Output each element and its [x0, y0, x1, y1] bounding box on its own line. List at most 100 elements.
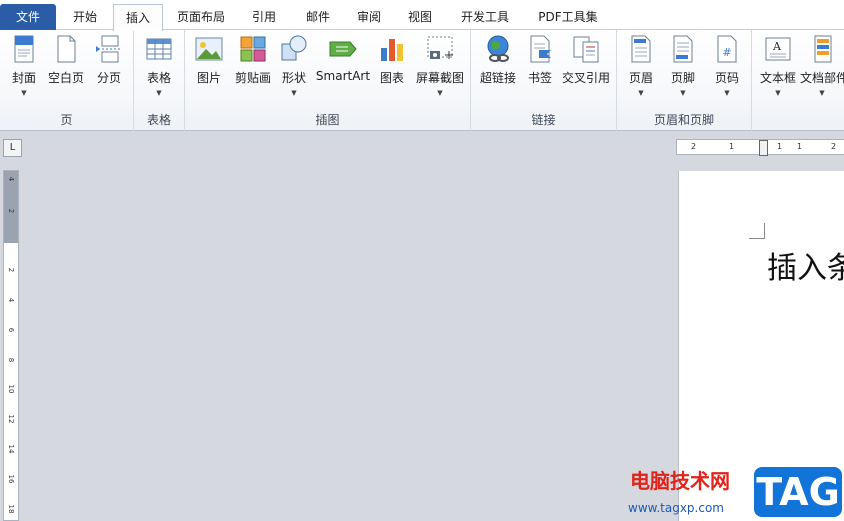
- watermark: 电脑技术网 www.tagxp.com TAG: [624, 465, 844, 521]
- vertical-ruler[interactable]: 4 2 2 4 6 8 10 12 14 16 18: [3, 170, 19, 521]
- quick-parts-icon: [814, 35, 832, 63]
- tab-view[interactable]: 视图: [396, 4, 444, 30]
- vruler-tick: 6: [7, 327, 15, 333]
- textbox-icon: A: [765, 37, 791, 61]
- cross-reference-label: 交叉引用: [561, 71, 610, 85]
- globe-link-icon: [487, 35, 509, 62]
- vruler-tick: 14: [7, 444, 15, 454]
- shapes-label: 形状: [281, 71, 306, 85]
- hruler-tick: 1: [797, 142, 803, 151]
- cross-reference-icon: [573, 36, 599, 63]
- textbox-dropdown-arrow-icon[interactable]: ▼: [756, 89, 800, 97]
- page-number-icon: #: [717, 35, 737, 63]
- screenshot-dropdown-arrow-icon[interactable]: ▼: [413, 89, 467, 97]
- quick-parts-dropdown-arrow-icon[interactable]: ▼: [800, 89, 844, 97]
- bookmark-label: 书签: [527, 71, 552, 85]
- group-header-footer-label: 页眉和页脚: [653, 113, 714, 127]
- group-text: A 文本框 ▼ 文档部件 ▼: [752, 30, 844, 131]
- cross-reference-button[interactable]: 交叉引用: [559, 34, 613, 104]
- picture-button[interactable]: 图片: [191, 34, 227, 104]
- shapes-button[interactable]: 形状 ▼: [277, 34, 311, 104]
- bookmark-icon: [530, 35, 551, 63]
- svg-text:A: A: [772, 40, 782, 53]
- cover-page-button[interactable]: 封面 ▼: [6, 34, 42, 104]
- tab-insert[interactable]: 插入: [113, 4, 163, 31]
- cover-page-label: 封面: [11, 71, 36, 85]
- footer-icon: [673, 35, 693, 63]
- document-workspace: L 4 2 2 4 6 8 10 12 14 16 18 2 1 1 1 2 插…: [0, 131, 844, 521]
- cover-page-icon: [14, 35, 34, 63]
- bookmark-button[interactable]: 书签: [523, 34, 557, 104]
- hyperlink-button[interactable]: 超链接: [475, 34, 521, 104]
- tab-pdf-tools[interactable]: PDF工具集: [528, 4, 608, 30]
- indent-marker[interactable]: [759, 140, 768, 156]
- chart-icon: [381, 39, 403, 61]
- vruler-tick: 18: [7, 504, 15, 514]
- tab-developer[interactable]: 开发工具: [450, 4, 520, 30]
- smartart-icon: [329, 41, 357, 57]
- table-button[interactable]: 表格 ▼: [140, 34, 178, 104]
- group-tables: 表格 ▼ 表格: [134, 30, 185, 131]
- group-illustrations-label: 插图: [315, 113, 340, 127]
- smartart-label: SmartArt: [315, 69, 371, 83]
- blank-page-label: 空白页: [47, 71, 84, 85]
- tab-review[interactable]: 审阅: [345, 4, 393, 30]
- header-label: 页眉: [628, 71, 653, 85]
- group-pages: 封面 ▼ 空白页 分页 页: [0, 30, 134, 131]
- screenshot-button[interactable]: 屏幕截图 ▼: [413, 34, 467, 104]
- tab-mailings[interactable]: 邮件: [294, 4, 342, 30]
- quick-parts-label: 文档部件: [800, 71, 844, 85]
- table-icon: [146, 38, 172, 60]
- page-break-button[interactable]: 分页: [90, 34, 128, 104]
- table-dropdown-arrow-icon[interactable]: ▼: [140, 89, 178, 97]
- page-break-icon: [96, 35, 122, 63]
- group-tables-label: 表格: [146, 113, 171, 127]
- clipart-button[interactable]: 剪贴画: [233, 34, 273, 104]
- vruler-tick: 16: [7, 474, 15, 484]
- clipart-icon: [240, 36, 266, 62]
- chart-button[interactable]: 图表: [375, 34, 409, 104]
- vruler-tick: 10: [7, 384, 15, 394]
- cover-dropdown-arrow-icon[interactable]: ▼: [6, 89, 42, 97]
- table-label: 表格: [146, 71, 171, 85]
- watermark-url: www.tagxp.com: [628, 501, 724, 515]
- hruler-tick: 1: [729, 142, 735, 151]
- hruler-tick: 1: [777, 142, 783, 151]
- horizontal-ruler[interactable]: 2 1 1 1 2: [676, 139, 844, 156]
- quick-parts-button[interactable]: 文档部件 ▼: [800, 34, 844, 104]
- picture-label: 图片: [196, 71, 221, 85]
- page-number-dropdown-arrow-icon[interactable]: ▼: [709, 89, 745, 97]
- header-icon: [631, 35, 651, 63]
- group-illustrations: 图片 剪贴画 形状 ▼ SmartArt 图表 屏幕截图 ▼ 插图: [185, 30, 471, 131]
- watermark-tag-logo: TAG: [754, 467, 842, 517]
- footer-dropdown-arrow-icon[interactable]: ▼: [665, 89, 701, 97]
- shapes-dropdown-arrow-icon[interactable]: ▼: [277, 89, 311, 97]
- document-text[interactable]: 插入条: [767, 243, 844, 287]
- tab-stop-selector[interactable]: L: [3, 139, 22, 157]
- smartart-button[interactable]: SmartArt: [315, 34, 371, 104]
- tab-references[interactable]: 引用: [240, 4, 288, 30]
- tab-page-layout[interactable]: 页面布局: [168, 4, 234, 30]
- footer-label: 页脚: [670, 71, 695, 85]
- ribbon-insert: 封面 ▼ 空白页 分页 页 表格 ▼ 表格 图片 剪贴画 形状 ▼ SmartA…: [0, 30, 844, 131]
- group-links-label: 链接: [531, 113, 556, 127]
- chart-label: 图表: [379, 71, 404, 85]
- margin-corner-mark: [749, 223, 765, 239]
- vruler-tick: 8: [7, 357, 15, 363]
- textbox-button[interactable]: A 文本框 ▼: [756, 34, 800, 104]
- picture-icon: [195, 37, 223, 61]
- tab-home[interactable]: 开始: [60, 4, 110, 30]
- group-links: 超链接 书签 交叉引用 链接: [471, 30, 617, 131]
- screenshot-label: 屏幕截图: [415, 71, 464, 85]
- footer-button[interactable]: 页脚 ▼: [665, 34, 701, 104]
- screenshot-icon: [427, 36, 453, 59]
- vruler-tick: 4: [7, 176, 15, 182]
- page-number-button[interactable]: # 页码 ▼: [709, 34, 745, 104]
- blank-page-button[interactable]: 空白页: [46, 34, 86, 104]
- vruler-tick: 2: [7, 208, 15, 214]
- page-break-label: 分页: [96, 71, 121, 85]
- tab-file[interactable]: 文件: [0, 4, 56, 31]
- header-dropdown-arrow-icon[interactable]: ▼: [623, 89, 659, 97]
- header-button[interactable]: 页眉 ▼: [623, 34, 659, 104]
- hruler-tick: 2: [831, 142, 837, 151]
